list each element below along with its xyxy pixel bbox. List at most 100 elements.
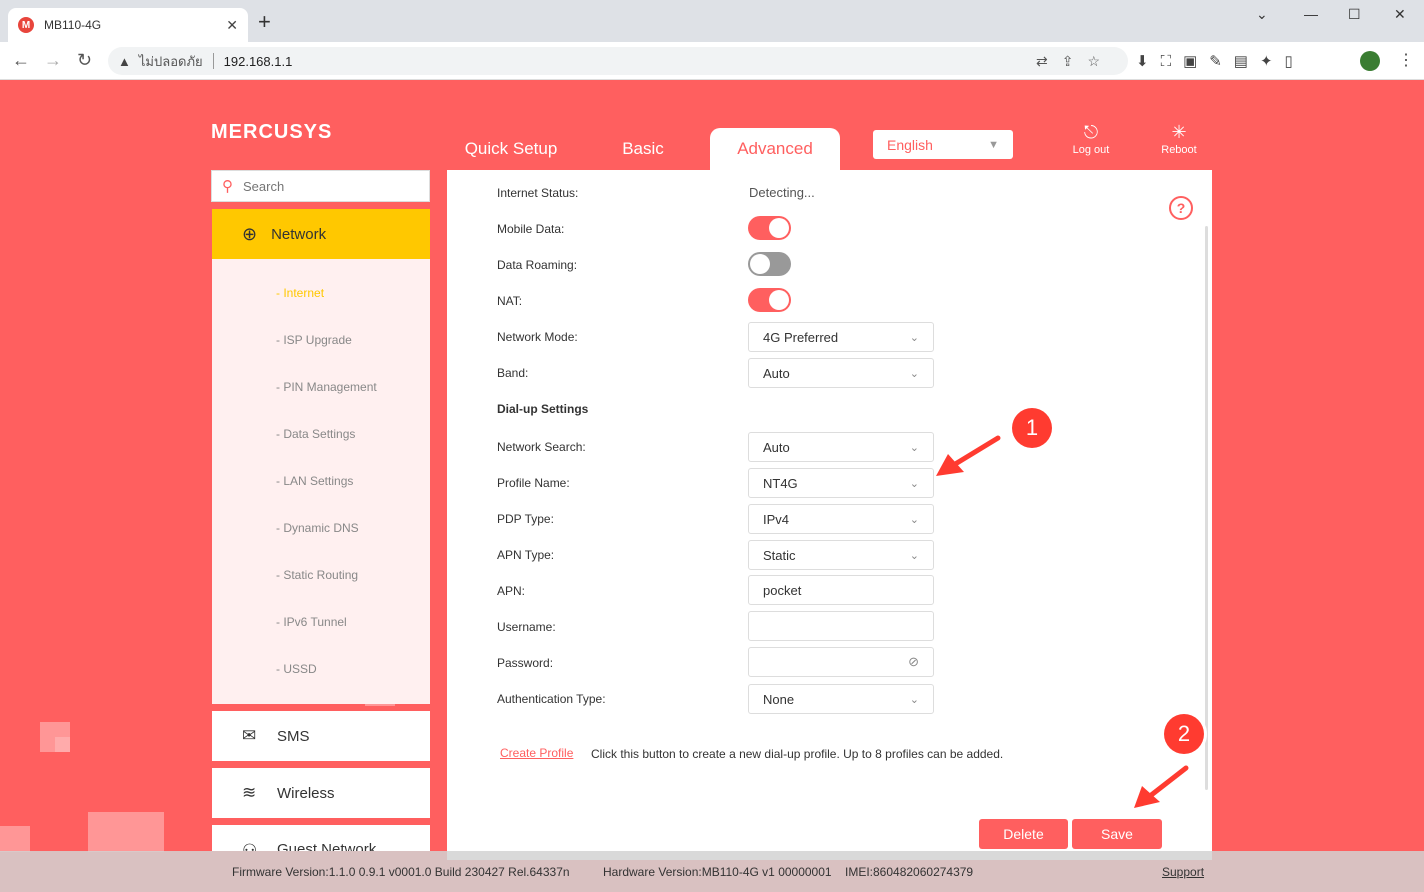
tab-advanced[interactable]: Advanced	[710, 128, 840, 170]
browser-toolbar: ← → ↻ ▲ ไม่ปลอดภัย 192.168.1.1 ⇄⇪☆ ⬇⛶▣✎▤…	[0, 42, 1424, 80]
profile-name-select[interactable]: NT4G ⌄	[748, 468, 934, 498]
envelope-icon: ✉	[242, 726, 257, 745]
logout-label: Log out	[1072, 144, 1110, 156]
pdp-type-label: PDP Type:	[497, 512, 554, 526]
internet-status-value: Detecting...	[749, 185, 815, 200]
submenu-lan-settings[interactable]: - LAN Settings	[276, 474, 353, 488]
delete-button[interactable]: Delete	[979, 819, 1068, 849]
eye-slash-icon[interactable]: ⊘	[908, 654, 919, 670]
create-profile-description: Click this button to create a new dial-u…	[591, 747, 1004, 761]
apn-type-select[interactable]: Static ⌄	[748, 540, 934, 570]
language-select[interactable]: English ▼	[873, 130, 1013, 159]
chevron-down-icon: ▼	[988, 138, 999, 151]
apn-value: pocket	[763, 582, 802, 598]
sidebar-item-sms[interactable]: ✉ SMS	[212, 711, 430, 761]
address-separator	[212, 53, 214, 69]
reload-icon[interactable]: ↻	[77, 50, 92, 71]
band-select[interactable]: Auto ⌄	[748, 358, 934, 388]
submenu-isp-upgrade[interactable]: - ISP Upgrade	[276, 333, 352, 347]
address-bar[interactable]: ▲ ไม่ปลอดภัย 192.168.1.1 ⇄⇪☆	[108, 47, 1128, 75]
browser-tab[interactable]: M MB110-4G ✕	[8, 8, 248, 42]
network-search-value: Auto	[763, 439, 790, 455]
pdp-type-select[interactable]: IPv4 ⌄	[748, 504, 934, 534]
search-input[interactable]	[243, 178, 413, 194]
browser-tabstrip: M MB110-4G ✕ + ⌄ — ☐ ✕	[0, 0, 1424, 42]
tab-title: MB110-4G	[44, 18, 102, 32]
favicon-icon: M	[18, 17, 34, 33]
wifi-icon: ≋	[242, 783, 257, 802]
chevron-down-icon: ⌄	[909, 549, 919, 562]
help-icon[interactable]: ?	[1169, 196, 1193, 220]
mercusys-logo: MERCUSYS	[211, 121, 333, 143]
internet-settings-panel: ? Internet Status: Detecting... Mobile D…	[447, 170, 1212, 860]
band-label: Band:	[497, 366, 529, 380]
network-search-label: Network Search:	[497, 440, 586, 454]
mobile-data-label: Mobile Data:	[497, 222, 565, 236]
password-input[interactable]: ⊘	[748, 647, 934, 677]
tab-basic[interactable]: Basic	[590, 128, 696, 170]
auth-type-value: None	[763, 691, 795, 707]
nat-label: NAT:	[497, 294, 523, 308]
close-window-icon[interactable]: ✕	[1394, 6, 1406, 23]
search-icon: ⚲	[222, 178, 233, 195]
chevron-down-icon: ⌄	[909, 441, 919, 454]
extension-icons[interactable]: ⬇⛶▣✎▤✦▯	[1136, 52, 1305, 70]
network-mode-value: 4G Preferred	[763, 329, 839, 345]
network-search-select[interactable]: Auto ⌄	[748, 432, 934, 462]
reboot-icon: ✳	[1171, 122, 1187, 142]
tab-search-icon[interactable]: ⌄	[1256, 6, 1268, 23]
menu-icon[interactable]: ⋮	[1398, 50, 1414, 70]
sidebar-item-label: Guest Network	[277, 841, 377, 851]
dialup-settings-title: Dial-up Settings	[497, 402, 589, 416]
chevron-down-icon: ⌄	[909, 367, 919, 380]
save-button[interactable]: Save	[1072, 819, 1162, 849]
warning-icon[interactable]: ▲	[118, 54, 131, 69]
annotation-arrow-1	[936, 435, 1001, 476]
submenu-data-settings[interactable]: - Data Settings	[276, 427, 355, 441]
decor-shape	[0, 826, 30, 852]
submenu-internet[interactable]: - Internet	[276, 286, 324, 300]
chevron-down-icon: ⌄	[909, 693, 919, 706]
submenu-ipv6-tunnel[interactable]: - IPv6 Tunnel	[276, 615, 347, 629]
sidebar-item-wireless[interactable]: ≋ Wireless	[212, 768, 430, 818]
nat-toggle[interactable]	[748, 288, 791, 312]
apn-label: APN:	[497, 584, 526, 598]
scrollbar[interactable]	[1205, 226, 1208, 790]
data-roaming-toggle[interactable]	[748, 252, 791, 276]
reboot-button[interactable]: ✳ Reboot	[1149, 122, 1209, 156]
create-profile-link[interactable]: Create Profile	[500, 746, 573, 760]
translate-share-bookmark-icons[interactable]: ⇄⇪☆	[1036, 53, 1114, 70]
sidebar-item-guest-network[interactable]: ⚇ Guest Network	[212, 825, 430, 851]
submenu-dynamic-dns[interactable]: - Dynamic DNS	[276, 521, 359, 535]
insecure-label[interactable]: ไม่ปลอดภัย	[139, 51, 203, 72]
apn-type-label: APN Type:	[497, 548, 555, 562]
profile-avatar[interactable]	[1360, 51, 1380, 71]
tab-quick-setup[interactable]: Quick Setup	[448, 128, 574, 170]
submenu-static-routing[interactable]: - Static Routing	[276, 568, 358, 582]
back-icon[interactable]: ←	[12, 50, 30, 71]
new-tab-icon[interactable]: +	[258, 11, 271, 33]
minimize-icon[interactable]: —	[1304, 6, 1318, 22]
apn-input[interactable]: pocket	[748, 575, 934, 605]
submenu-pin-management[interactable]: - PIN Management	[276, 380, 377, 394]
logout-button[interactable]: ⎋ Log out	[1061, 122, 1121, 156]
username-input[interactable]	[748, 611, 934, 641]
maximize-icon[interactable]: ☐	[1348, 6, 1361, 23]
search-box[interactable]: ⚲	[211, 170, 430, 202]
network-mode-label: Network Mode:	[497, 330, 578, 344]
mobile-data-toggle[interactable]	[748, 216, 791, 240]
reboot-label: Reboot	[1161, 144, 1197, 156]
auth-type-select[interactable]: None ⌄	[748, 684, 934, 714]
status-footer: Firmware Version:1.1.0 0.9.1 v0001.0 Bui…	[0, 851, 1424, 892]
apn-type-value: Static	[763, 547, 796, 563]
network-mode-select[interactable]: 4G Preferred ⌄	[748, 322, 934, 352]
close-tab-icon[interactable]: ✕	[226, 17, 238, 34]
submenu-ussd[interactable]: - USSD	[276, 662, 317, 676]
hardware-version: Hardware Version:MB110-4G v1 00000001	[603, 865, 832, 879]
chevron-down-icon: ⌄	[909, 331, 919, 344]
support-link[interactable]: Support	[1162, 865, 1204, 879]
forward-icon[interactable]: →	[44, 50, 62, 71]
toggle-knob	[769, 290, 789, 310]
sidebar-item-network[interactable]: ⊕ Network	[212, 209, 430, 259]
url-text[interactable]: 192.168.1.1	[224, 54, 293, 69]
